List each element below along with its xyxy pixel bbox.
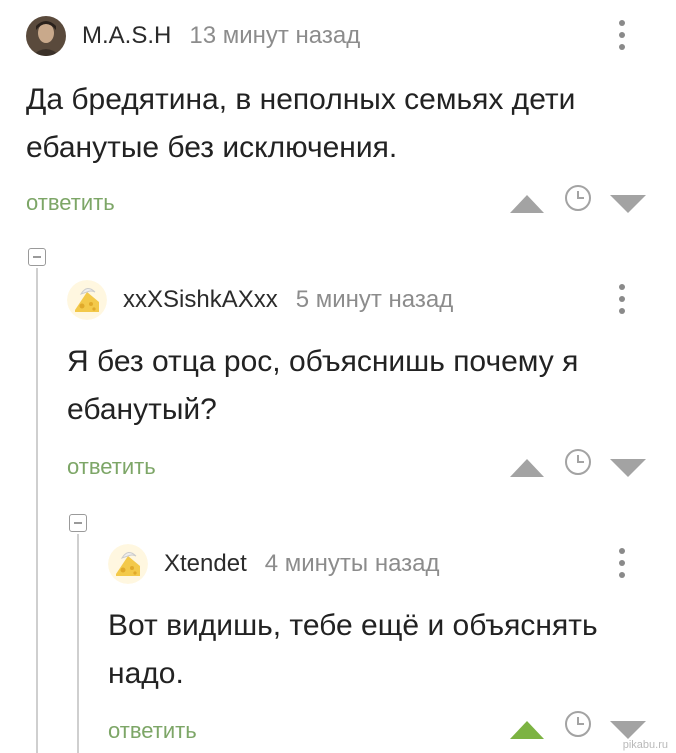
comment-text-line: надо. bbox=[108, 657, 184, 690]
watermark: pikabu.ru bbox=[622, 739, 668, 751]
clock-icon[interactable] bbox=[565, 449, 591, 475]
clock-icon[interactable] bbox=[565, 185, 591, 211]
username[interactable]: M.A.S.H bbox=[82, 22, 171, 50]
avatar[interactable] bbox=[26, 16, 66, 56]
reply-link[interactable]: ответить bbox=[26, 190, 115, 216]
comment-text-line: Да бредятина, в неполных семьях дети bbox=[26, 83, 576, 116]
downvote-icon[interactable] bbox=[610, 721, 646, 739]
comment-header: Xtendet 4 минуты назад bbox=[108, 544, 440, 584]
comment-header: xxXSishkAXxx 5 минут назад bbox=[67, 280, 453, 320]
upvote-icon[interactable] bbox=[510, 721, 544, 739]
more-options-icon[interactable] bbox=[616, 16, 628, 56]
comment-text-line: Я без отца рос, объяснишь почему я bbox=[67, 345, 579, 378]
clock-icon[interactable] bbox=[565, 711, 591, 737]
comment-text: Да бредятина, в неполных семьях дети еба… bbox=[26, 76, 575, 172]
collapse-thread-button[interactable] bbox=[28, 248, 46, 266]
more-options-icon[interactable] bbox=[616, 280, 628, 320]
reply-link[interactable]: ответить bbox=[67, 454, 156, 480]
timestamp: 5 минут назад bbox=[295, 286, 454, 313]
comment-text: Я без отца рос, объяснишь почему я ебану… bbox=[67, 338, 578, 434]
username[interactable]: Xtendet bbox=[164, 550, 247, 578]
timestamp: 4 минуты назад bbox=[264, 550, 440, 577]
avatar[interactable] bbox=[67, 280, 107, 320]
collapse-thread-button[interactable] bbox=[69, 514, 87, 532]
upvote-icon[interactable] bbox=[510, 195, 544, 213]
comment-text-line: Вот видишь, тебе ещё и объяснять bbox=[108, 609, 598, 642]
downvote-icon[interactable] bbox=[610, 459, 646, 477]
comment-text-line: ебанутые без исключения. bbox=[26, 131, 398, 164]
thread-line bbox=[36, 268, 38, 753]
upvote-icon[interactable] bbox=[510, 459, 544, 477]
comment-text: Вот видишь, тебе ещё и объяснять надо. bbox=[108, 602, 598, 698]
username[interactable]: xxXSishkAXxx bbox=[123, 286, 278, 314]
timestamp: 13 минут назад bbox=[189, 22, 361, 49]
more-options-icon[interactable] bbox=[616, 544, 628, 584]
downvote-icon[interactable] bbox=[610, 195, 646, 213]
thread-line bbox=[77, 534, 79, 753]
reply-link[interactable]: ответить bbox=[108, 718, 197, 744]
comment-header: M.A.S.H 13 минут назад bbox=[26, 16, 360, 56]
comment-text-line: ебанутый? bbox=[67, 393, 217, 426]
avatar[interactable] bbox=[108, 544, 148, 584]
